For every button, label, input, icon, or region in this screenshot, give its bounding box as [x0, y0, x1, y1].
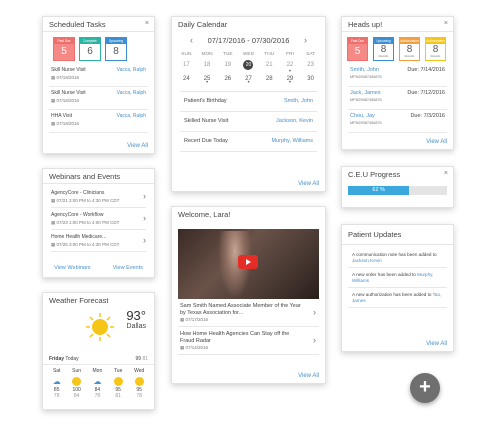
card-title: Weather Forecast — [49, 296, 109, 305]
badge-complete[interactable]: Complete 6 — [79, 37, 101, 61]
city: Dallas — [126, 323, 146, 330]
cloud-rain-icon: ☁ — [93, 377, 102, 386]
card-title: Patient Updates — [342, 225, 453, 245]
heads-up-row[interactable]: Jack, James Due: 7/12/2016 MPN2598745687… — [348, 87, 447, 110]
forecast-day: Tue 95 81 — [113, 368, 123, 399]
video-player[interactable] — [178, 229, 319, 299]
chevron-right-icon[interactable]: › — [304, 35, 307, 45]
current-temp: 93° — [126, 308, 146, 323]
badge-past-due[interactable]: Past Due 5 — [53, 37, 75, 61]
chevron-right-icon[interactable]: › — [313, 307, 316, 317]
date-range-nav: ‹ 07/17/2016 - 07/30/2016 › — [172, 35, 325, 48]
sun-icon — [86, 313, 114, 341]
plus-icon: + — [419, 376, 431, 398]
calendar-icon: ▦ — [180, 345, 185, 350]
webinars-card: Webinars and Events AgencyCore - Clinici… — [42, 168, 155, 278]
card-title: C.E.U Progress × — [348, 170, 448, 179]
view-webinars-link[interactable]: View Webinars — [54, 265, 90, 271]
card-title: Scheduled Tasks × — [43, 17, 154, 32]
news-row[interactable]: Sam Smith Named Associate Member of the … — [178, 299, 319, 327]
event-dots: • — [288, 69, 291, 75]
close-icon[interactable]: × — [444, 170, 448, 177]
card-title: Daily Calendar — [178, 20, 228, 29]
chevron-right-icon[interactable]: › — [313, 335, 316, 345]
play-icon[interactable] — [238, 255, 258, 269]
webinar-row[interactable]: AgencyCore - Workflow ▦ 07/23 1:00 PM to… — [51, 208, 146, 230]
news-row[interactable]: How Home Health Agencies Can Stay off th… — [178, 327, 319, 355]
ceu-progress-card: C.E.U Progress × 62 % — [341, 166, 454, 208]
close-icon[interactable]: × — [444, 20, 448, 27]
forecast-day: Mon ☁ 84 78 — [92, 368, 103, 399]
calendar-icon: ▦ — [51, 121, 56, 126]
view-all-link[interactable]: View All — [127, 143, 148, 149]
calendar-event-row[interactable]: Recert Due Today Murphy, Williams — [180, 132, 317, 152]
task-row[interactable]: HHA Visit Vacca, Ralph ▦ 07/18/2016 — [49, 110, 148, 133]
patient-update-row[interactable]: A new authorization has been added to Ta… — [348, 288, 447, 308]
task-row[interactable]: Skill Nurse Visit Vacca, Ralph ▦ 07/18/2… — [49, 87, 148, 110]
progress-bar: 62 % — [348, 186, 447, 195]
weather-card: Weather Forecast 93° Dallas Friday Today… — [42, 292, 155, 410]
badge-upcoming[interactable]: Upcoming 8 — [105, 37, 127, 61]
calendar-icon: ▦ — [51, 75, 56, 80]
patient-update-row[interactable]: A new order has been added to Murphy, Wi… — [348, 268, 447, 288]
calendar-card: Daily Calendar ‹ 07/17/2016 - 07/30/2016… — [171, 16, 326, 192]
calendar-icon: ▦ — [51, 98, 56, 103]
badge-past-due[interactable]: Past Due 5 — [347, 37, 368, 61]
calendar-icon: ▦ — [51, 198, 56, 203]
view-all-link[interactable]: View All — [426, 341, 447, 347]
calendar-icon: ▦ — [180, 317, 185, 322]
add-widget-button[interactable]: + — [410, 373, 440, 403]
sun-icon — [134, 377, 144, 386]
progress-fill: 62 % — [348, 186, 410, 195]
chevron-right-icon[interactable]: › — [143, 191, 146, 201]
calendar-event-row[interactable]: Patient's Birthday Smith, John — [180, 92, 317, 112]
forecast-day: Sun 100 84 — [72, 368, 82, 399]
chevron-right-icon[interactable]: › — [143, 235, 146, 245]
sun-icon — [113, 377, 123, 386]
calendar-event-row[interactable]: Skilled Nurse Visit Jackson, Kevin — [180, 112, 317, 132]
badge-upcoming[interactable]: Upcoming 8 Records — [373, 37, 394, 61]
scheduled-tasks-card: Scheduled Tasks × Past Due 5 Complete 6 … — [42, 16, 155, 154]
calendar-icon: ▦ — [51, 220, 56, 225]
task-row[interactable]: Skill Nurse Visit Vacca, Ralph ▦ 07/18/2… — [49, 64, 148, 87]
badge-authorization[interactable]: Authorization 8 Records — [425, 37, 446, 61]
close-icon[interactable]: × — [145, 20, 149, 27]
today-row: Friday Today 99 81 — [43, 356, 154, 365]
date-range: 07/17/2016 - 07/30/2016 — [207, 36, 290, 45]
chevron-left-icon[interactable]: ‹ — [190, 35, 193, 45]
event-dots: • • • — [206, 80, 291, 86]
view-events-link[interactable]: View Events — [113, 265, 143, 271]
forecast-day: Wed 95 78 — [134, 368, 145, 399]
badge-authorization[interactable]: Authorization 8 Records — [399, 37, 420, 61]
view-all-link[interactable]: View All — [298, 181, 319, 187]
calendar-icon: ▦ — [51, 242, 56, 247]
view-all-link[interactable]: View All — [426, 139, 447, 145]
welcome-card: Welcome, Lara! Sam Smith Named Associate… — [171, 206, 326, 384]
weekday-header: SUN MON TUE WED THU FRI SAT — [181, 52, 316, 57]
chevron-right-icon[interactable]: › — [143, 213, 146, 223]
heads-up-card: Heads up! × Past Due 5 Upcoming 8 Record… — [341, 16, 454, 150]
heads-up-row[interactable]: Smith, John Due: 7/14/2016 MPN2598745687… — [348, 64, 447, 87]
cloud-rain-icon: ☁ — [52, 377, 61, 386]
card-title: Heads up! × — [342, 17, 453, 32]
webinar-row[interactable]: Home Health Medicare... ▦ 07/25 3:00 PM … — [51, 230, 146, 252]
heads-up-badges: Past Due 5 Upcoming 8 Records Authorizat… — [342, 32, 453, 64]
forecast-row: Sat ☁ 85 78 Sun 100 84 Mon ☁ 84 78 Tue 9… — [43, 365, 154, 402]
card-title: Welcome, Lara! — [178, 210, 231, 219]
webinar-row[interactable]: AgencyCore - Clinicians ▦ 07/21 3:00 PM … — [51, 186, 146, 208]
forecast-day: Sat ☁ 85 78 — [52, 368, 61, 399]
view-all-link[interactable]: View All — [298, 373, 319, 379]
sun-icon — [72, 377, 82, 386]
card-title: Webinars and Events — [43, 169, 154, 184]
patient-updates-card: Patient Updates A communication note has… — [341, 224, 454, 352]
patient-update-row[interactable]: A communication note has been added to J… — [348, 248, 447, 268]
task-badges: Past Due 5 Complete 6 Upcoming 8 — [43, 32, 154, 64]
heads-up-row[interactable]: Chou, Jay Due: 7/3/2016 MPN25987456876 — [348, 110, 447, 133]
